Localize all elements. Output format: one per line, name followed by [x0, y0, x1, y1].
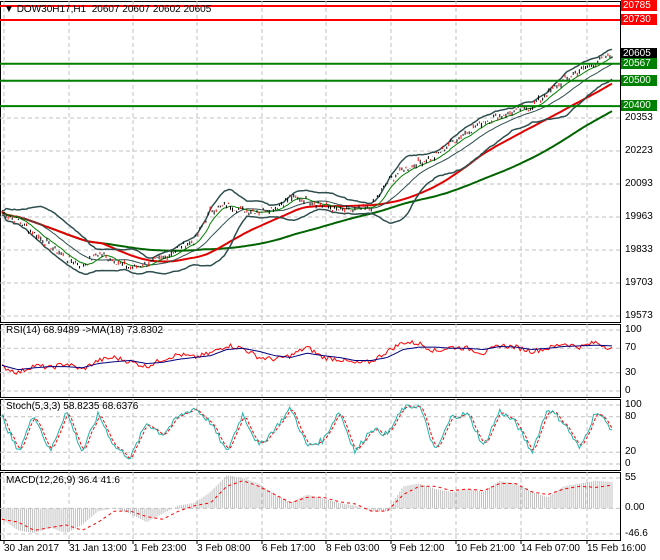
level-tag-20500: 20500: [621, 74, 657, 86]
macd-title: MACD(12,26,9) 36.4 41.6: [6, 475, 120, 486]
price-axis-label: 20223: [625, 145, 653, 157]
time-axis-label: 8 Feb 03:00: [326, 543, 380, 554]
price-axis-label: 19703: [625, 277, 653, 288]
time-axis-label: 1 Feb 23:00: [133, 543, 187, 554]
indicator-axis-label: 20: [625, 446, 637, 458]
indicator-axis-label: 55: [625, 472, 637, 483]
level-tag-20730: 20730: [621, 14, 657, 25]
indicator-axis-label: 30: [625, 366, 637, 378]
time-axis-label: 6 Feb 17:00: [262, 543, 316, 554]
symbol-header: ▼ DOW30H17,H1 20607 20607 20602 20605: [4, 4, 211, 15]
symbol-label: DOW30H17,H1: [16, 4, 87, 15]
indicator-axis-label: 0: [625, 385, 631, 396]
trading-chart-window[interactable]: ▼ DOW30H17,H1 20607 20607 20602 20605 RS…: [0, 0, 660, 560]
level-tag-20567: 20567: [621, 57, 657, 69]
indicator-axis-label: 0: [625, 458, 631, 469]
indicator-axis-label: 80: [625, 410, 637, 422]
price-axis-label: 19963: [625, 211, 653, 222]
time-axis-label: 10 Feb 21:00: [456, 543, 515, 554]
ohlc-values: 20607 20607 20602 20605: [91, 4, 212, 15]
level-tag-20785: 20785: [621, 0, 657, 11]
time-axis-label: 31 Jan 13:00: [69, 543, 127, 554]
indicator-axis-label: 70: [625, 342, 637, 354]
price-axis-label: 19833: [625, 244, 653, 255]
price-axis-label: 20093: [625, 178, 653, 190]
panel-frame: [0, 1, 621, 323]
indicator-axis-label: -46.6: [625, 528, 648, 539]
price-axis-label: 20353: [625, 112, 653, 124]
indicator-axis-label: 100: [625, 324, 642, 335]
indicator-axis-label: 0.00: [625, 502, 645, 514]
time-axis-label: 15 Feb 16:00: [587, 543, 646, 554]
time-axis-label: 14 Feb 07:00: [521, 543, 580, 554]
collapse-triangle-icon[interactable]: ▼: [4, 4, 14, 15]
price-axis-label: 19573: [625, 310, 653, 321]
time-axis-label: 9 Feb 12:00: [391, 543, 445, 554]
level-tag-20400: 20400: [621, 100, 657, 112]
rsi-title: RSI(14) 68.9489 ->MA(18) 73.8302: [6, 325, 164, 336]
indicator-axis-label: 100: [625, 399, 642, 410]
time-axis-label: 30 Jan 2017: [4, 543, 60, 554]
stoch-title: Stoch(5,3,3) 58.8235 68.6376: [6, 401, 139, 412]
time-axis-label: 3 Feb 08:00: [197, 543, 251, 554]
